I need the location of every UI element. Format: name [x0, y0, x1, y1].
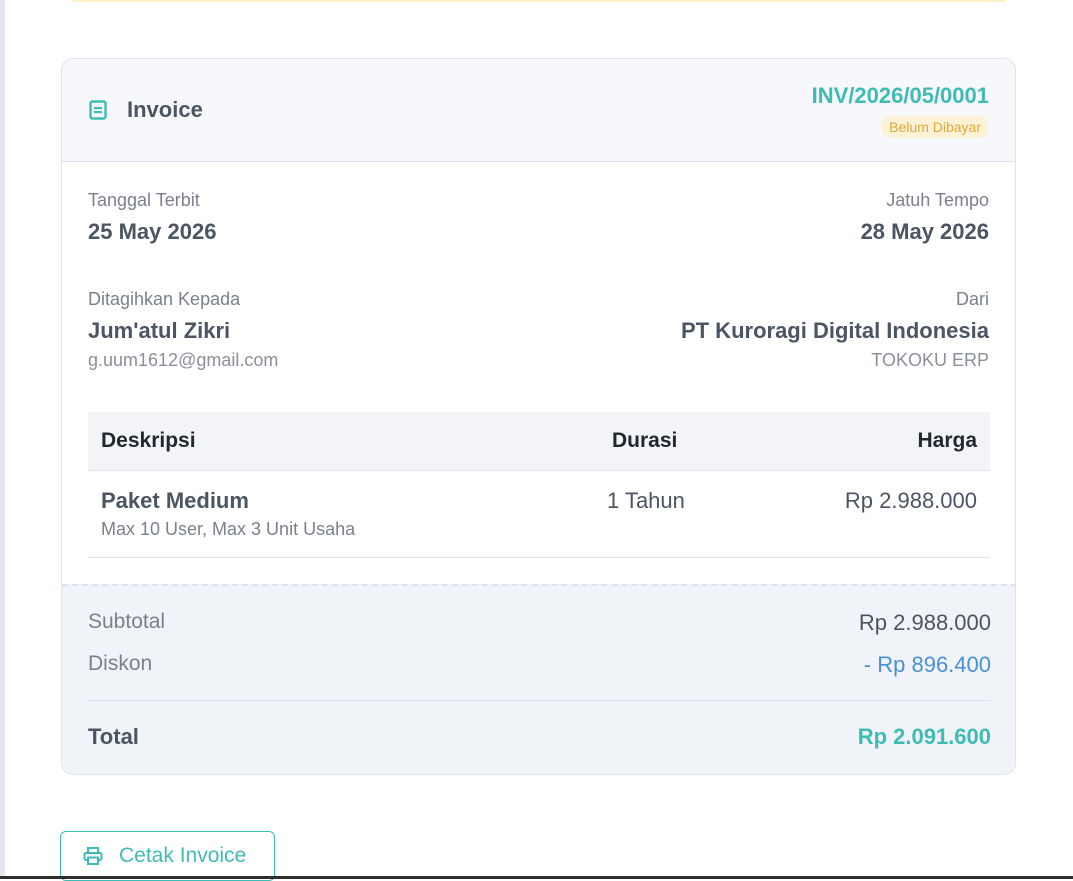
invoice-title: Invoice — [127, 97, 203, 122]
item-name: Paket Medium — [101, 488, 249, 513]
total-value: Rp 2.091.600 — [857, 724, 991, 749]
invoice-number: INV/2026/05/0001 — [811, 83, 989, 108]
items-table: Deskripsi Durasi Harga Paket Medium Max … — [88, 412, 990, 558]
invoice-title-group: Invoice — [89, 97, 203, 123]
item-detail: Max 10 User, Max 3 Unit Usaha — [101, 519, 356, 539]
item-price: Rp 2.988.000 — [844, 488, 977, 513]
billed-to-label: Ditagihkan Kepada — [88, 289, 241, 309]
issue-date-label: Tanggal Terbit — [88, 190, 200, 210]
subtotal-value: Rp 2.988.000 — [858, 610, 991, 635]
header-duration: Durasi — [612, 429, 678, 452]
discount-value: - Rp 896.400 — [863, 652, 991, 677]
billed-to-name: Jum'atul Zikri — [88, 318, 231, 343]
due-date-label: Jatuh Tempo — [886, 190, 989, 210]
print-invoice-button[interactable]: Cetak Invoice — [60, 831, 275, 881]
print-invoice-label: Cetak Invoice — [119, 844, 247, 867]
header-price: Harga — [917, 429, 977, 452]
from-label: Dari — [955, 289, 989, 309]
from-name: PT Kuroragi Digital Indonesia — [680, 318, 989, 343]
discount-label: Diskon — [88, 652, 153, 675]
printer-icon — [83, 847, 103, 865]
subtotal-label: Subtotal — [88, 610, 166, 633]
left-rail — [0, 0, 5, 879]
table-row: Paket Medium Max 10 User, Max 3 Unit Usa… — [88, 471, 990, 558]
billed-to-email: g.uum1612@gmail.com — [88, 350, 279, 370]
due-date-value: 28 May 2026 — [860, 219, 989, 244]
top-banner-edge — [72, 0, 1006, 2]
item-duration: 1 Tahun — [607, 488, 685, 513]
invoice-card: Invoice INV/2026/05/0001 Belum Dibayar T… — [61, 58, 1016, 775]
header-description: Deskripsi — [101, 429, 196, 452]
invoice-card-header: Invoice INV/2026/05/0001 Belum Dibayar — [62, 59, 1015, 162]
document-icon — [89, 100, 107, 120]
total-label: Total — [88, 724, 139, 749]
table-header: Deskripsi Durasi Harga — [88, 412, 990, 471]
issue-date-value: 25 May 2026 — [88, 219, 217, 244]
summary-divider — [88, 700, 990, 701]
from-subtitle: TOKOKU ERP — [871, 350, 989, 370]
status-badge: Belum Dibayar — [882, 116, 988, 138]
summary-section: Subtotal Rp 2.988.000 Diskon - Rp 896.40… — [62, 584, 1015, 774]
